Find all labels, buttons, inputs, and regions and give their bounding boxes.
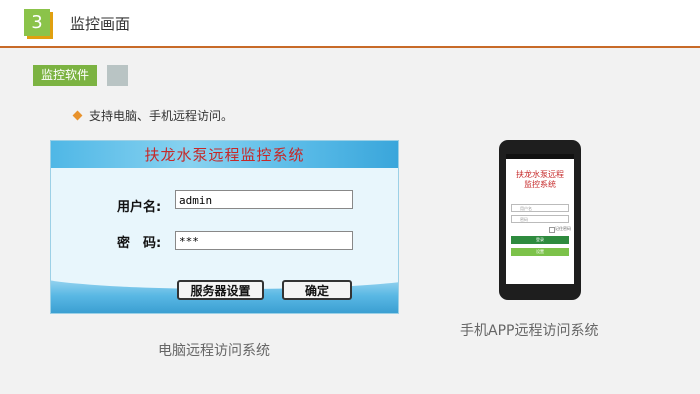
ok-button[interactable]: 确定 [282, 280, 352, 300]
username-label: 用户名: [117, 200, 162, 215]
phone-password-input[interactable]: 密码 [511, 215, 569, 223]
pc-login-window: 扶龙水泵远程监控系统 用户名: admin 密 码: *** 服务器设置 确定 [50, 140, 399, 314]
server-settings-button[interactable]: 服务器设置 [177, 280, 264, 300]
phone-username-input[interactable]: 用户名 [511, 204, 569, 212]
header-divider [0, 46, 700, 48]
bullet-text: 支持电脑、手机远程访问。 [89, 109, 234, 123]
phone-status-bar [506, 154, 574, 159]
section-tag: 监控软件 [33, 65, 98, 86]
phone-screen: 扶龙水泵远程 监控系统 用户名 密码 记住密码 登录 设置 [506, 154, 574, 284]
pc-caption: 电脑远程访问系统 [158, 343, 270, 359]
phone-caption: 手机APP远程访问系统 [460, 323, 599, 339]
page-title: 监控画面 [70, 15, 131, 33]
phone-remember-label: 记住密码 [555, 226, 571, 231]
pc-login-banner-title: 扶龙水泵远程监控系统 [144, 146, 305, 164]
header-bar: 3 监控画面 [0, 0, 700, 46]
phone-settings-button[interactable]: 设置 [511, 248, 569, 256]
phone-app-title-line2: 监控系统 [524, 180, 556, 189]
password-label: 密 码: [117, 236, 162, 251]
pc-login-banner: 扶龙水泵远程监控系统 [51, 141, 398, 168]
section-number-badge: 3 [24, 9, 50, 36]
phone-app-title: 扶龙水泵远程 监控系统 [506, 170, 574, 190]
phone-login-button[interactable]: 登录 [511, 236, 569, 244]
username-input[interactable]: admin [175, 190, 353, 209]
password-input[interactable]: *** [175, 231, 353, 250]
section-tag-square [107, 65, 128, 86]
bullet-diamond-icon [72, 110, 83, 121]
phone-app-title-line1: 扶龙水泵远程 [516, 170, 564, 179]
